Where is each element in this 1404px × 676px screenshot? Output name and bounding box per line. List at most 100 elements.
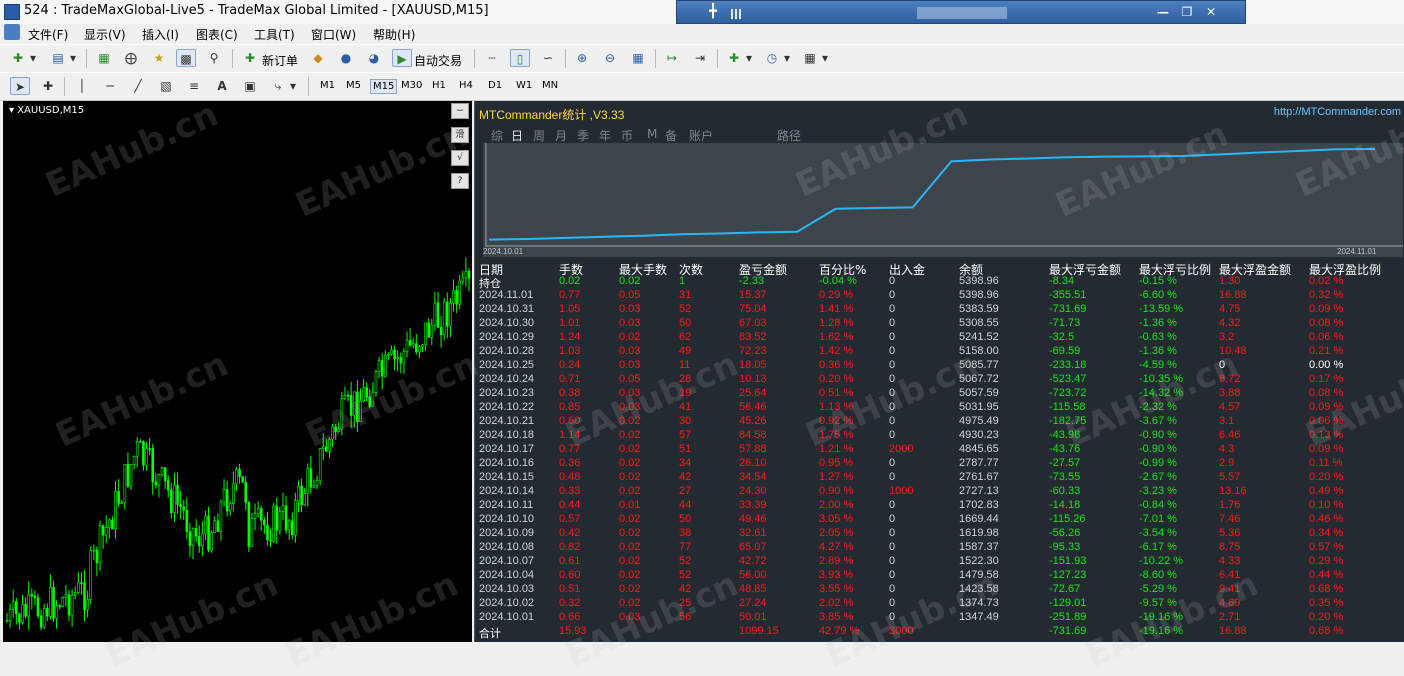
tile-windows-icon[interactable]: ▦ bbox=[628, 49, 648, 67]
menu-file[interactable]: 文件(F) bbox=[28, 26, 68, 43]
auto-trading-icon[interactable]: ▶ bbox=[392, 49, 412, 67]
panel-tab[interactable]: 账户 bbox=[689, 127, 713, 144]
candle-body bbox=[148, 448, 151, 450]
timeframe-d1[interactable]: D1 bbox=[486, 79, 504, 92]
periods-icon[interactable]: ◷ bbox=[762, 49, 782, 67]
restore-icon[interactable]: ❐ bbox=[1177, 3, 1197, 21]
candle-body bbox=[411, 343, 415, 346]
new-chart-icon[interactable]: ✚ bbox=[8, 49, 28, 67]
column-header[interactable]: 最大手数 bbox=[619, 261, 667, 277]
terminal-icon[interactable]: ▩ bbox=[176, 49, 196, 67]
menu-chart[interactable]: 图表(C) bbox=[196, 26, 238, 43]
cursor-icon[interactable]: ➤ bbox=[10, 77, 30, 95]
table-cell: 50 bbox=[679, 317, 692, 329]
panel-tab[interactable]: M bbox=[647, 127, 657, 141]
arrows-icon[interactable]: ⤷ bbox=[268, 77, 288, 95]
column-header[interactable]: 盈亏金额 bbox=[739, 261, 787, 277]
menu-insert[interactable]: 插入(I) bbox=[142, 26, 179, 43]
horizontal-line-icon[interactable]: ─ bbox=[100, 77, 120, 95]
column-header[interactable]: 日期 bbox=[479, 261, 503, 277]
menu-tools[interactable]: 工具(T) bbox=[254, 26, 295, 43]
dropdown-arrow-icon[interactable]: ▾ bbox=[782, 49, 792, 67]
panel-tab[interactable]: 综 bbox=[491, 127, 503, 144]
column-header[interactable]: 最大浮亏金额 bbox=[1049, 261, 1121, 277]
timeframe-mn[interactable]: MN bbox=[540, 79, 560, 92]
timeframe-m1[interactable]: M1 bbox=[318, 79, 337, 92]
column-header[interactable]: 最大浮亏比例 bbox=[1139, 261, 1211, 277]
market-watch-icon[interactable]: ▦ bbox=[94, 49, 114, 67]
channel-icon[interactable]: ▧ bbox=[156, 77, 176, 95]
help-button[interactable]: ? bbox=[451, 173, 469, 189]
column-header[interactable]: 次数 bbox=[679, 261, 703, 277]
table-cell: 77 bbox=[679, 541, 692, 553]
timeframe-h1[interactable]: H1 bbox=[430, 79, 448, 92]
new-order-icon[interactable]: ✚ bbox=[240, 49, 260, 67]
dropdown-arrow-icon[interactable]: ▾ bbox=[288, 77, 298, 95]
minimize-icon[interactable]: — bbox=[1153, 3, 1173, 21]
vertical-line-icon[interactable]: │ bbox=[72, 77, 92, 95]
panel-url-link[interactable]: http://MTCommander.com bbox=[1274, 106, 1401, 118]
column-header[interactable]: 百分比% bbox=[819, 261, 866, 277]
dropdown-arrow-icon[interactable]: ▾ bbox=[820, 49, 830, 67]
candlestick-icon[interactable]: ▯ bbox=[510, 49, 530, 67]
community-icon[interactable]: ● bbox=[336, 49, 356, 67]
panel-tab[interactable]: 备 bbox=[665, 127, 677, 144]
menu-window[interactable]: 窗口(W) bbox=[311, 26, 356, 43]
price-chart[interactable]: ▾ XAUUSD,M15 bbox=[3, 101, 472, 642]
panel-tab[interactable]: 月 bbox=[555, 127, 567, 144]
navigator-icon[interactable]: ★ bbox=[149, 49, 169, 67]
column-header[interactable]: 出入金 bbox=[889, 261, 925, 277]
column-header[interactable]: 最大浮盈比例 bbox=[1309, 261, 1381, 277]
panel-tab[interactable]: 路径 bbox=[777, 127, 801, 144]
menu-help[interactable]: 帮助(H) bbox=[373, 26, 415, 43]
collapse-button[interactable]: − bbox=[451, 103, 469, 119]
dropdown-arrow-icon[interactable]: ▾ bbox=[68, 49, 78, 67]
candle-body bbox=[5, 620, 9, 622]
trendline-icon[interactable]: ╱ bbox=[128, 77, 148, 95]
line-chart-icon[interactable]: ∽ bbox=[538, 49, 558, 67]
table-cell: 2024.10.01 bbox=[479, 611, 535, 623]
dropdown-arrow-icon[interactable]: ▾ bbox=[744, 49, 754, 67]
dropdown-arrow-icon[interactable]: ▾ bbox=[28, 49, 38, 67]
table-cell: -4.59 % bbox=[1139, 359, 1177, 371]
menu-view[interactable]: 显示(V) bbox=[84, 26, 126, 43]
timeframe-m5[interactable]: M5 bbox=[344, 79, 363, 92]
column-header[interactable]: 余额 bbox=[959, 261, 983, 277]
fibonacci-icon[interactable]: ≡ bbox=[184, 77, 204, 95]
equity-curve-line bbox=[488, 148, 1376, 241]
chart-shift-icon[interactable]: ⇥ bbox=[690, 49, 710, 67]
panel-tab[interactable]: 季 bbox=[577, 127, 589, 144]
column-header[interactable]: 最大浮盈金额 bbox=[1219, 261, 1291, 277]
timeframe-h4[interactable]: H4 bbox=[457, 79, 475, 92]
timeframe-m15[interactable]: M15 bbox=[370, 79, 398, 94]
pin-icon[interactable]: ╋ bbox=[705, 4, 721, 20]
autoscroll-icon[interactable]: ↦ bbox=[662, 49, 682, 67]
new-order-button[interactable]: 新订单 bbox=[262, 52, 298, 69]
zoom-out-icon[interactable]: ⊖ bbox=[600, 49, 620, 67]
signals-icon[interactable]: ◕ bbox=[364, 49, 384, 67]
text-icon[interactable]: A bbox=[212, 77, 232, 95]
indicators-icon[interactable]: ✚ bbox=[724, 49, 744, 67]
close-icon[interactable]: ✕ bbox=[1201, 3, 1221, 21]
column-header[interactable]: 手数 bbox=[559, 261, 583, 277]
timeframe-w1[interactable]: W1 bbox=[514, 79, 534, 92]
crosshair-icon[interactable]: ✚ bbox=[38, 77, 58, 95]
text-label-icon[interactable]: ▣ bbox=[240, 77, 260, 95]
table-cell: 1099.15 bbox=[739, 625, 779, 637]
panel-tab[interactable]: 周 bbox=[533, 127, 545, 144]
panel-tab[interactable]: 币 bbox=[621, 127, 633, 144]
scroll-button[interactable]: 滑 bbox=[451, 127, 469, 143]
zoom-in-icon[interactable]: ⊕ bbox=[572, 49, 592, 67]
table-cell: 11 bbox=[679, 359, 691, 371]
panel-tab[interactable]: 日 bbox=[511, 127, 523, 144]
panel-tab[interactable]: 年 bbox=[599, 127, 611, 144]
metaeditor-icon[interactable]: ◆ bbox=[308, 49, 328, 67]
data-window-icon[interactable]: ⨁ bbox=[121, 49, 141, 67]
auto-trading-button[interactable]: 自动交易 bbox=[414, 52, 462, 69]
timeframe-m30[interactable]: M30 bbox=[399, 79, 424, 92]
templates-icon[interactable]: ▦ bbox=[800, 49, 820, 67]
tester-icon[interactable]: ⚲ bbox=[204, 49, 224, 67]
profiles-icon[interactable]: ▤ bbox=[48, 49, 68, 67]
bar-chart-icon[interactable]: ┄ bbox=[482, 49, 502, 67]
check-button[interactable]: √ bbox=[451, 150, 469, 166]
